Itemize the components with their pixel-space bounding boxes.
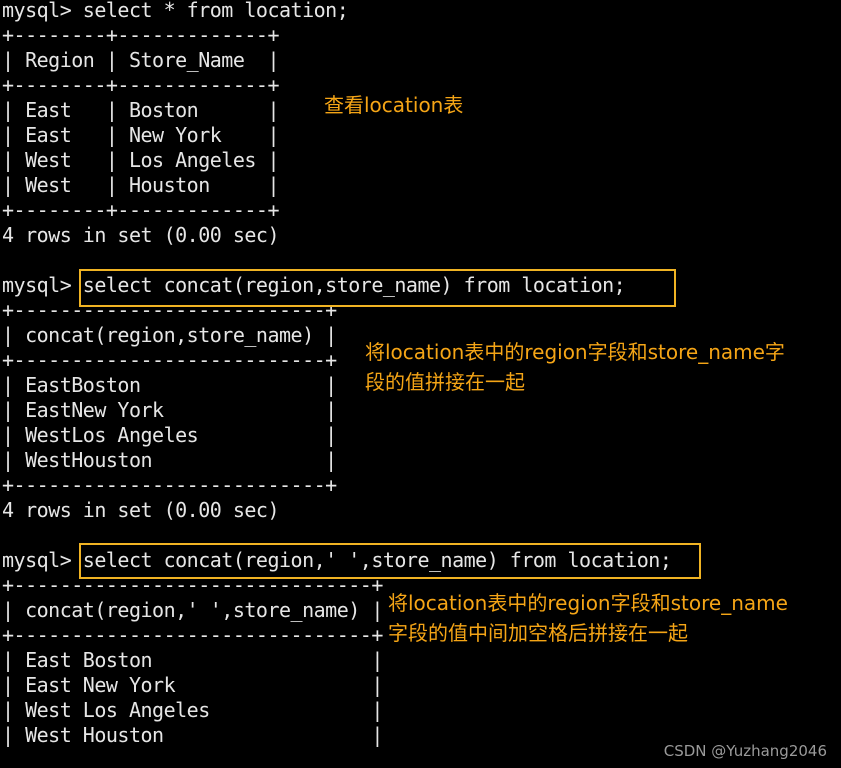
terminal-line: | Region | Store_Name |: [2, 48, 279, 72]
terminal-line: | concat(region,' ',store_name) |: [2, 598, 383, 622]
terminal-line: +-------------------------------+: [2, 623, 383, 647]
terminal-window: mysql> select * from location; +--------…: [0, 0, 841, 768]
annotation-view-table: 查看location表: [324, 93, 464, 117]
terminal-line: | concat(region,store_name) |: [2, 323, 337, 347]
terminal-line: | West Houston |: [2, 723, 383, 747]
terminal-line: | East | Boston |: [2, 98, 279, 122]
terminal-line: 4 rows in set (0.00 sec): [2, 223, 279, 247]
terminal-line: mysql> select * from location;: [2, 0, 349, 22]
terminal-line: +--------+-------------+: [2, 73, 279, 97]
annotation-concat-space-line2: 字段的值中间加空格后拼接在一起: [388, 621, 688, 645]
terminal-line: | West | Houston |: [2, 173, 279, 197]
query-highlight-box: [79, 269, 676, 307]
terminal-line: 4 rows in set (0.00 sec): [2, 498, 279, 522]
terminal-line: | East New York |: [2, 673, 383, 697]
terminal-line: | West | Los Angeles |: [2, 148, 279, 172]
annotation-concat-line2: 段的值拼接在一起: [365, 370, 525, 394]
terminal-line: | East Boston |: [2, 648, 383, 672]
annotation-concat-space-line1: 将location表中的region字段和store_name: [388, 591, 788, 615]
terminal-line: | EastBoston |: [2, 373, 337, 397]
terminal-line: | EastNew York |: [2, 398, 337, 422]
terminal-line: | East | New York |: [2, 123, 279, 147]
terminal-line: +--------+-------------+: [2, 23, 279, 47]
terminal-line: | WestLos Angeles |: [2, 423, 337, 447]
annotation-concat-line1: 将location表中的region字段和store_name字: [365, 340, 785, 364]
query-highlight-box: [79, 543, 701, 579]
csdn-watermark: CSDN @Yuzhang2046: [663, 742, 827, 760]
terminal-line: +---------------------------+: [2, 473, 337, 497]
terminal-line: +---------------------------+: [2, 348, 337, 372]
terminal-line: | WestHouston |: [2, 448, 337, 472]
terminal-line: | West Los Angeles |: [2, 698, 383, 722]
terminal-line: +--------+-------------+: [2, 198, 279, 222]
